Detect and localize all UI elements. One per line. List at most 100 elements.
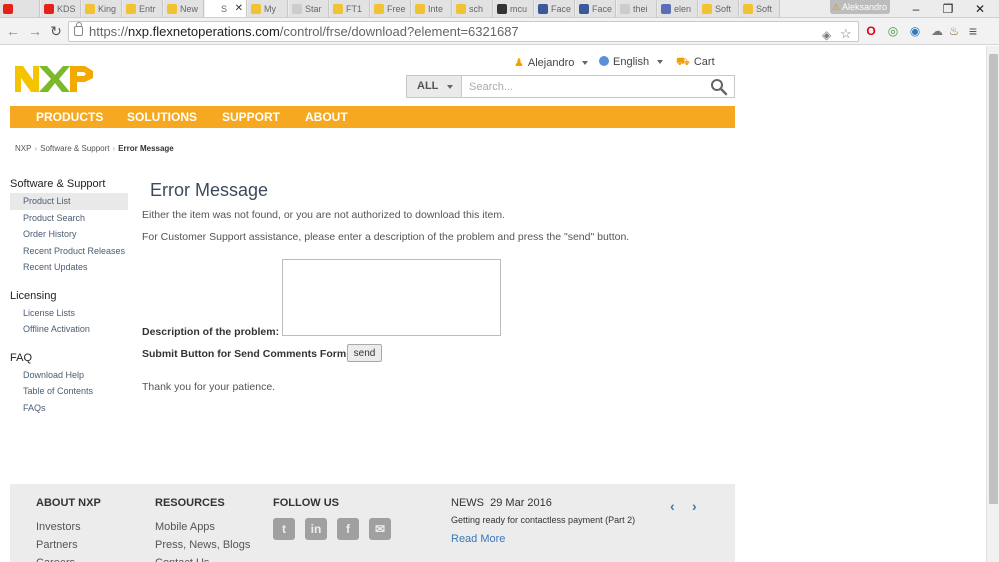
- browser-tab[interactable]: Free: [371, 0, 411, 17]
- profile-button[interactable]: ⚠ Aleksandro: [830, 0, 890, 14]
- sidebar-item-recent-releases[interactable]: Recent Product Releases: [10, 243, 128, 260]
- email-icon[interactable]: ✉: [369, 518, 391, 540]
- nxp-logo[interactable]: [15, 66, 93, 92]
- shield-icon[interactable]: ◈: [822, 26, 831, 45]
- read-more-link[interactable]: Read More: [451, 533, 635, 545]
- sidebar-item-order-history[interactable]: Order History: [10, 226, 128, 243]
- cart-icon: ⛟: [676, 56, 690, 68]
- tab-favicon-icon: [251, 4, 261, 14]
- bookmark-star-icon[interactable]: ☆: [840, 24, 852, 43]
- browser-tab[interactable]: S ✕: [205, 0, 247, 17]
- sidebar-item-offline-activation[interactable]: Offline Activation: [10, 321, 128, 338]
- browser-tab[interactable]: KDS: [41, 0, 81, 17]
- sidebar-item-product-list[interactable]: Product List: [10, 193, 128, 210]
- footer-link-mobile-apps[interactable]: Mobile Apps: [155, 518, 250, 536]
- sidebar-item-recent-updates[interactable]: Recent Updates: [10, 259, 128, 276]
- twitter-icon[interactable]: t: [273, 518, 295, 540]
- reload-button[interactable]: ↻: [47, 22, 65, 40]
- browser-tab[interactable]: Face: [535, 0, 575, 17]
- sidebar: Software & Support Product List Product …: [10, 176, 128, 416]
- globe-extension-icon[interactable]: ◎: [884, 22, 902, 40]
- error-message: Either the item was not found, or you ar…: [142, 209, 506, 221]
- browser-tab[interactable]: Entr: [123, 0, 163, 17]
- browser-tab[interactable]: thei: [617, 0, 657, 17]
- url-host: nxp.flexnetoperations.com: [128, 24, 280, 39]
- footer-link-contact[interactable]: Contact Us: [155, 554, 250, 562]
- main-nav: PRODUCTS SOLUTIONS SUPPORT ABOUT: [10, 106, 735, 128]
- footer-link-investors[interactable]: Investors: [36, 518, 101, 536]
- browser-tab[interactable]: My: [248, 0, 288, 17]
- tab-label: Face: [592, 4, 613, 14]
- forward-button[interactable]: →: [26, 22, 44, 40]
- browser-tab[interactable]: Soft: [699, 0, 739, 17]
- back-button[interactable]: ←: [4, 22, 22, 40]
- flag-extension-icon[interactable]: ◉: [906, 22, 924, 40]
- footer-link-press[interactable]: Press, News, Blogs: [155, 536, 250, 554]
- footer-link-careers[interactable]: Careers: [36, 554, 101, 562]
- menu-icon[interactable]: ≡: [964, 22, 982, 40]
- sidebar-item-table-of-contents[interactable]: Table of Contents: [10, 383, 128, 400]
- news-headline[interactable]: Getting ready for contactless payment (P…: [451, 515, 635, 525]
- sidebar-item-product-search[interactable]: Product Search: [10, 210, 128, 227]
- opera-extension-icon[interactable]: O: [862, 22, 880, 40]
- browser-tab[interactable]: King: [82, 0, 122, 17]
- breadcrumb-home[interactable]: NXP: [15, 144, 31, 153]
- page-title: Error Message: [150, 180, 269, 200]
- breadcrumb-software-support[interactable]: Software & Support: [40, 144, 109, 153]
- browser-tab[interactable]: mcu: [494, 0, 534, 17]
- address-bar[interactable]: https://nxp.flexnetoperations.com/contro…: [68, 21, 859, 42]
- nav-solutions[interactable]: SOLUTIONS: [127, 106, 197, 128]
- sidebar-heading-licensing[interactable]: Licensing: [10, 288, 128, 305]
- nav-about[interactable]: ABOUT: [305, 106, 348, 128]
- sidebar-item-license-lists[interactable]: License Lists: [10, 305, 128, 322]
- sidebar-heading-faq[interactable]: FAQ: [10, 350, 128, 367]
- search-scope-select[interactable]: ALL: [407, 76, 462, 97]
- chevron-right-icon[interactable]: ›: [692, 498, 697, 514]
- sidebar-item-faqs[interactable]: FAQs: [10, 400, 128, 417]
- browser-tab[interactable]: New: [164, 0, 204, 17]
- problem-description-field[interactable]: [282, 259, 501, 336]
- cloud-extension-icon[interactable]: ☁: [928, 22, 946, 40]
- cart-label: Cart: [693, 56, 715, 68]
- search-input[interactable]: [469, 78, 699, 95]
- sidebar-item-download-help[interactable]: Download Help: [10, 367, 128, 384]
- browser-tab[interactable]: elen: [658, 0, 698, 17]
- browser-tab[interactable]: Inte: [412, 0, 452, 17]
- tab-favicon-icon: [579, 4, 589, 14]
- tab-favicon-icon: [456, 4, 466, 14]
- browser-tab[interactable]: FT1: [330, 0, 370, 17]
- tab-label: Inte: [428, 4, 444, 14]
- search-icon[interactable]: [710, 78, 728, 96]
- scrollbar-thumb[interactable]: [989, 54, 998, 504]
- tab-favicon-icon: [702, 4, 712, 14]
- linkedin-icon[interactable]: in: [305, 518, 327, 540]
- restore-button[interactable]: ❐: [932, 0, 964, 17]
- browser-toolbar: ← → ↻ https://nxp.flexnetoperations.com/…: [0, 18, 999, 45]
- chevron-left-icon[interactable]: ‹: [670, 498, 675, 514]
- nav-support[interactable]: SUPPORT: [222, 106, 280, 128]
- tab-favicon-icon: [44, 4, 54, 14]
- browser-tab[interactable]: Face: [576, 0, 616, 17]
- minimize-button[interactable]: –: [900, 0, 932, 17]
- close-tab-icon[interactable]: ✕: [235, 0, 243, 17]
- browser-tab[interactable]: sch: [453, 0, 493, 17]
- language-menu[interactable]: English: [599, 56, 664, 68]
- browser-tab[interactable]: Soft: [740, 0, 780, 17]
- search-scope-label: ALL: [417, 80, 439, 92]
- cart-link[interactable]: ⛟ Cart: [676, 56, 715, 70]
- browser-tab[interactable]: [0, 0, 40, 17]
- send-button[interactable]: send: [347, 344, 382, 362]
- close-window-button[interactable]: ✕: [964, 0, 996, 17]
- user-menu[interactable]: ♟ Alejandro: [514, 56, 589, 69]
- url-scheme: https://: [89, 24, 129, 39]
- facebook-icon[interactable]: f: [337, 518, 359, 540]
- scrollbar[interactable]: [986, 46, 999, 562]
- tab-favicon-icon: [374, 4, 384, 14]
- footer-resources: RESOURCES Mobile Apps Press, News, Blogs…: [155, 497, 250, 562]
- sidebar-heading-software-support[interactable]: Software & Support: [10, 176, 128, 193]
- footer-link-partners[interactable]: Partners: [36, 536, 101, 554]
- nav-products[interactable]: PRODUCTS: [36, 106, 103, 128]
- browser-tab[interactable]: Star: [289, 0, 329, 17]
- tab-favicon-icon: [85, 4, 95, 14]
- java-extension-icon[interactable]: ♨: [945, 22, 963, 40]
